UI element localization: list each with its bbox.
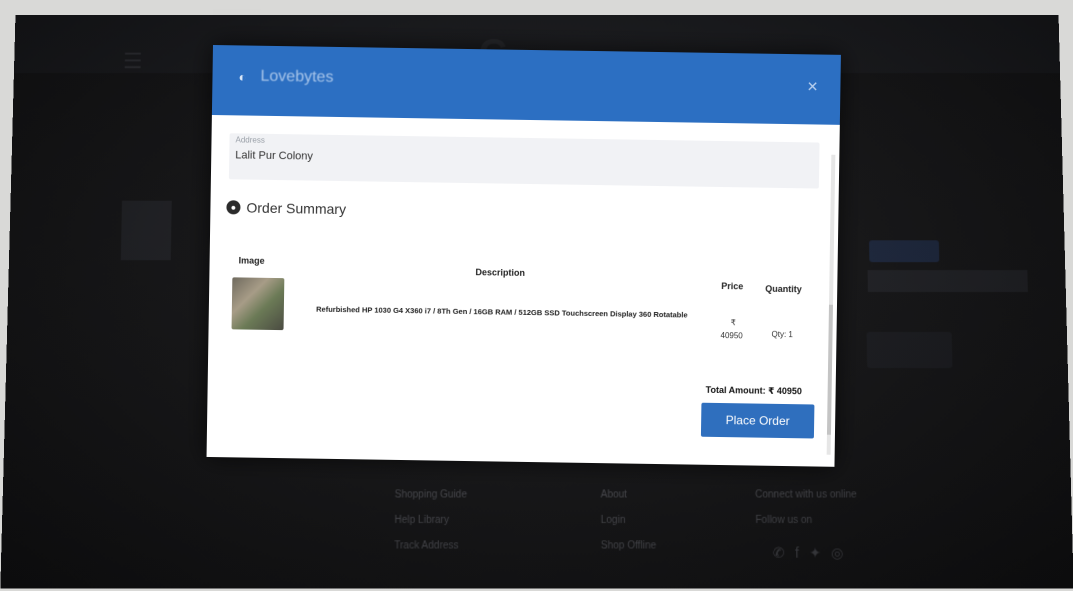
- total-amount: Total Amount: ₹ 40950: [706, 385, 802, 398]
- footer-link[interactable]: Login: [601, 515, 657, 526]
- footer-column: Connect with us online Follow us on: [755, 489, 857, 526]
- facebook-icon[interactable]: f: [795, 544, 799, 561]
- address-field[interactable]: Address Lalit Pur Colony: [229, 133, 820, 188]
- background-button: [867, 332, 953, 368]
- order-summary-modal: ◐ Lovebytes ✕ Address Lalit Pur Colony ●…: [207, 45, 841, 467]
- background-menu-icon: ☰: [123, 49, 143, 74]
- column-header-price: Price: [721, 281, 743, 291]
- brand-logo-icon: ◐: [238, 69, 246, 84]
- background-content-block: [868, 270, 1028, 292]
- background-product-image: [121, 201, 172, 260]
- footer-link[interactable]: About: [601, 489, 656, 500]
- price-value: 40950: [720, 331, 742, 340]
- footer-link[interactable]: Help Library: [394, 515, 467, 526]
- cart-icon: ●: [226, 200, 240, 214]
- place-order-button[interactable]: Place Order: [701, 403, 815, 439]
- address-label: Address: [235, 135, 264, 144]
- twitter-icon[interactable]: ✦: [809, 544, 821, 561]
- price-currency: ₹: [731, 318, 736, 327]
- modal-title: Lovebytes: [260, 68, 333, 87]
- footer-text: Connect with us online: [755, 489, 857, 500]
- total-label: Total Amount:: [706, 385, 766, 396]
- modal-scrollbar[interactable]: [827, 155, 836, 455]
- column-header-description: Description: [475, 267, 525, 278]
- footer-column: Shopping Guide Help Library Track Addres…: [394, 489, 467, 551]
- whatsapp-icon[interactable]: ✆: [773, 544, 785, 561]
- modal-header: ◐ Lovebytes ✕: [212, 45, 841, 125]
- total-value: ₹ 40950: [768, 386, 802, 397]
- footer-column: About Login Shop Offline: [601, 489, 657, 551]
- quantity-value: Qty: 1: [771, 330, 792, 339]
- footer-link[interactable]: Shopping Guide: [395, 489, 468, 500]
- address-value: Lalit Pur Colony: [235, 149, 313, 162]
- order-summary-title: Order Summary: [246, 200, 346, 218]
- product-image[interactable]: [232, 277, 285, 330]
- instagram-icon[interactable]: ◎: [831, 544, 844, 561]
- scrollbar-thumb[interactable]: [827, 305, 833, 435]
- column-header-image: Image: [239, 255, 265, 265]
- background-button: [869, 240, 939, 262]
- column-header-quantity: Quantity: [765, 284, 802, 295]
- footer-link[interactable]: Track Address: [394, 540, 467, 551]
- background-footer: Shopping Guide Help Library Track Addres…: [0, 481, 1073, 583]
- order-summary-heading: ● Order Summary: [226, 199, 346, 217]
- footer-link[interactable]: Shop Offline: [601, 540, 657, 551]
- social-icons: ✆ f ✦ ◎: [773, 544, 844, 561]
- product-description: Refurbished HP 1030 G4 X360 i7 / 8Th Gen…: [297, 304, 707, 321]
- footer-text: Follow us on: [755, 515, 857, 526]
- close-icon[interactable]: ✕: [807, 78, 819, 95]
